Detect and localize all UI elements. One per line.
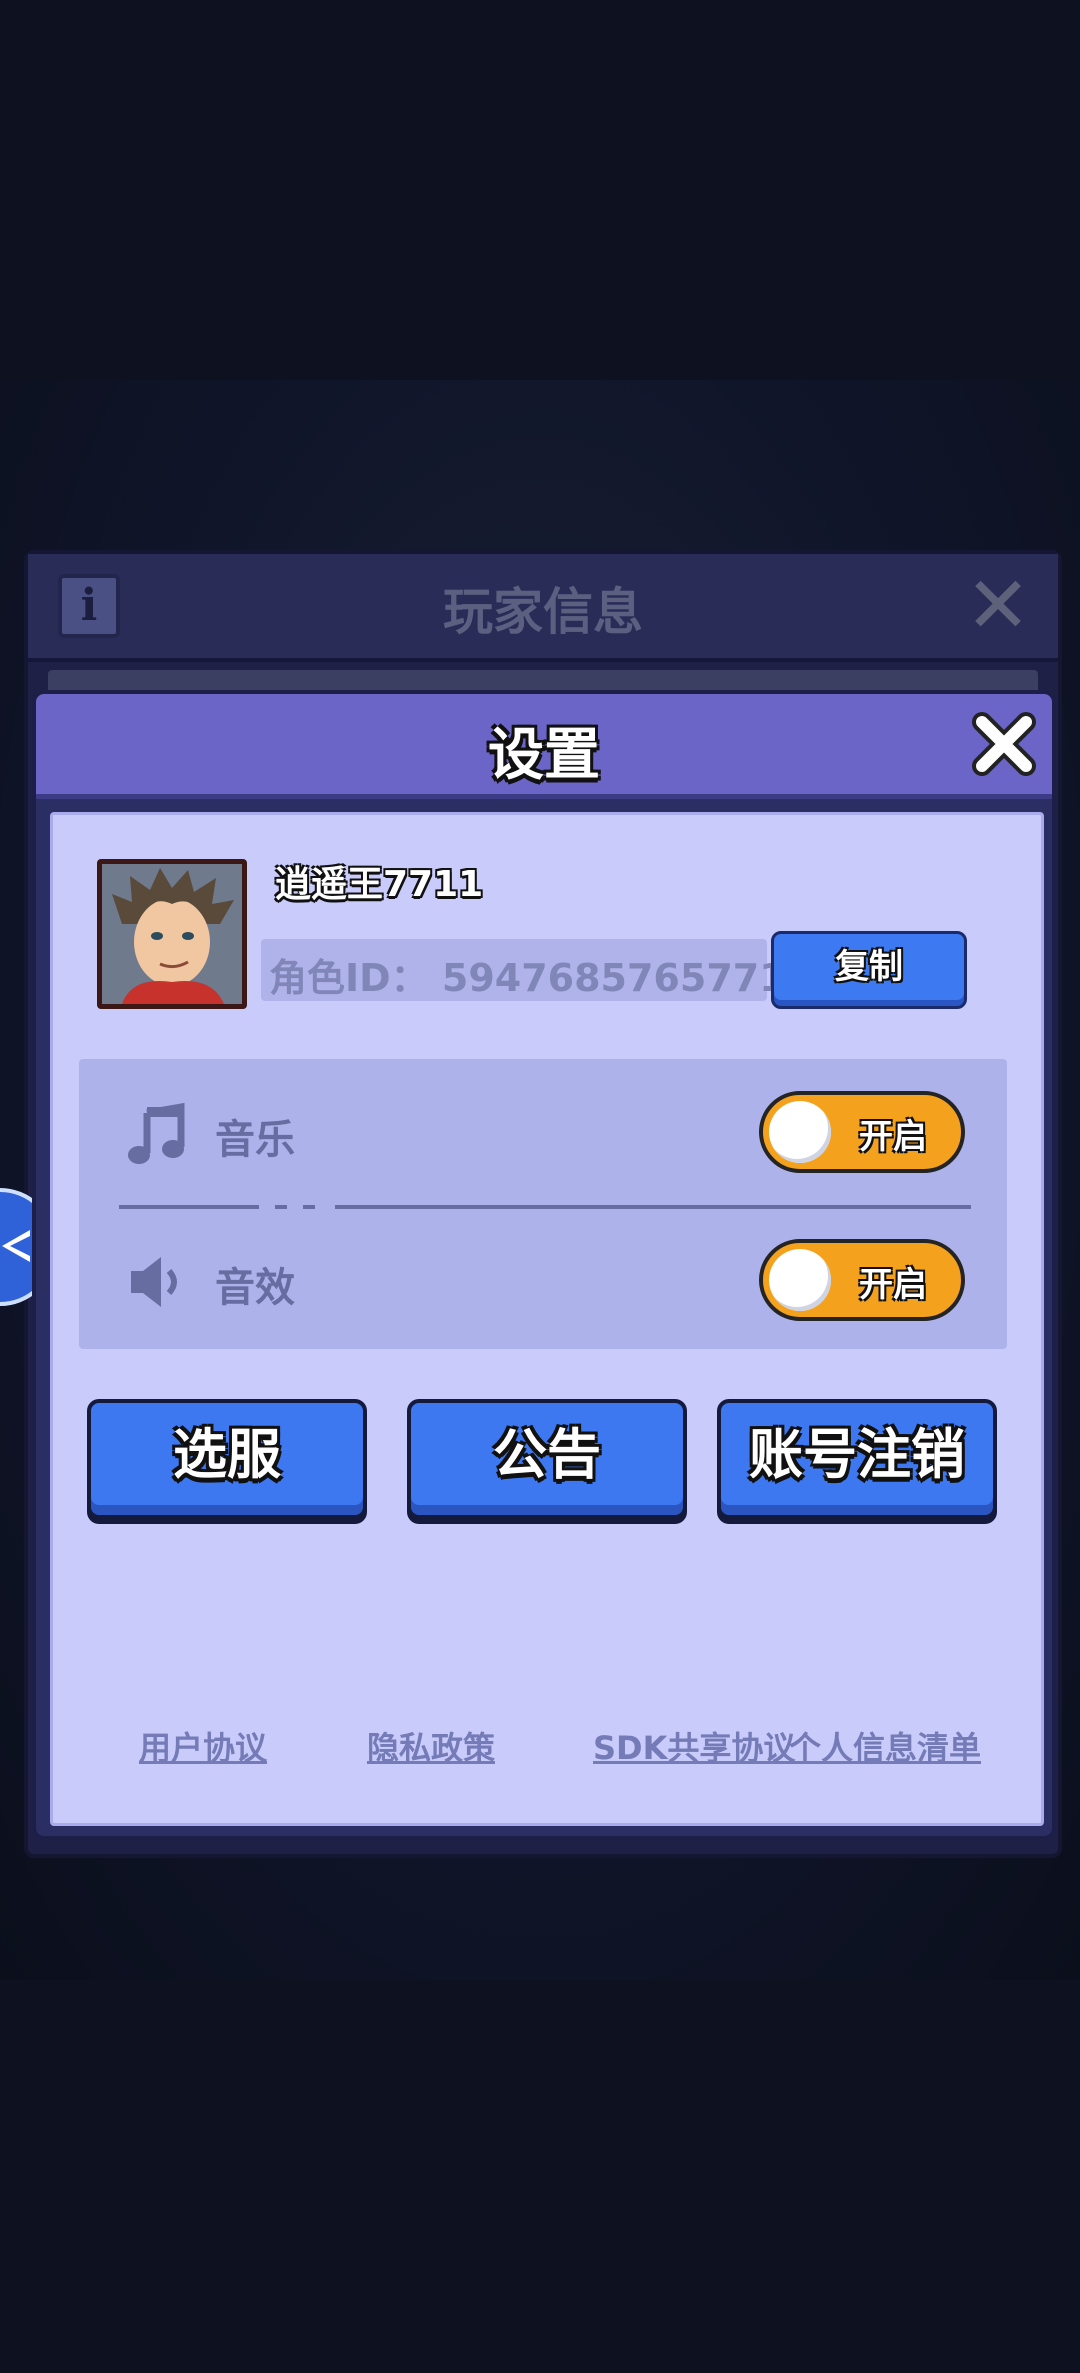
close-button[interactable] (968, 708, 1040, 780)
close-icon[interactable]: ✕ (964, 567, 1032, 645)
role-id-box: 角色ID： 59476857657711 (261, 939, 812, 1001)
side-menu-icon (2, 1230, 30, 1262)
copy-button[interactable]: 复制 (771, 931, 967, 1009)
privacy-policy-link[interactable]: 隐私政策 (367, 1723, 495, 1769)
select-server-button[interactable]: 选服 (87, 1399, 367, 1519)
username: 逍遥王7711 (275, 864, 484, 905)
toggle-knob (769, 1101, 831, 1163)
role-id-text: 角色ID： 59476857657711 (269, 956, 813, 1000)
legal-links: 用户协议 隐私政策 SDK共享协议 个人信息清单 (53, 1723, 1041, 1773)
avatar[interactable] (97, 859, 247, 1009)
toggle-knob (769, 1249, 831, 1311)
sfx-toggle-label: 开启 (859, 1265, 927, 1305)
music-label: 音乐 (215, 1117, 295, 1163)
personal-info-list-link[interactable]: 个人信息清单 (789, 1723, 981, 1769)
music-toggle[interactable]: 开启 (759, 1091, 965, 1173)
music-toggle-label: 开启 (859, 1117, 927, 1157)
sfx-row: 音效 开启 (79, 1231, 1007, 1331)
sfx-toggle[interactable]: 开启 (759, 1239, 965, 1321)
user-agreement-link[interactable]: 用户协议 (139, 1723, 267, 1769)
close-icon (972, 712, 1036, 776)
settings-title: 设置 (488, 723, 600, 788)
delete-account-button[interactable]: 账号注销 (717, 1399, 997, 1519)
settings-body: 逍遥王7711 角色ID： 59476857657711 复制 音乐 开启 音效… (50, 812, 1044, 1826)
audio-settings-panel: 音乐 开启 音效 开启 (79, 1059, 1007, 1349)
character-portrait (102, 864, 242, 1004)
player-info-title: 玩家信息 (443, 583, 643, 641)
player-info-header: i 玩家信息 ✕ (28, 554, 1058, 662)
settings-header: 设置 (36, 694, 1052, 799)
settings-dialog: 设置 逍遥王7711 角色ID： 59476857657711 复制 音乐 开启… (32, 690, 1056, 1840)
music-row: 音乐 开启 (79, 1083, 1007, 1183)
speaker-icon (125, 1249, 191, 1315)
announcement-button[interactable]: 公告 (407, 1399, 687, 1519)
sfx-label: 音效 (215, 1265, 295, 1311)
sdk-agreement-link[interactable]: SDK共享协议 (593, 1723, 795, 1769)
music-note-icon (125, 1101, 191, 1167)
divider (119, 1205, 971, 1209)
